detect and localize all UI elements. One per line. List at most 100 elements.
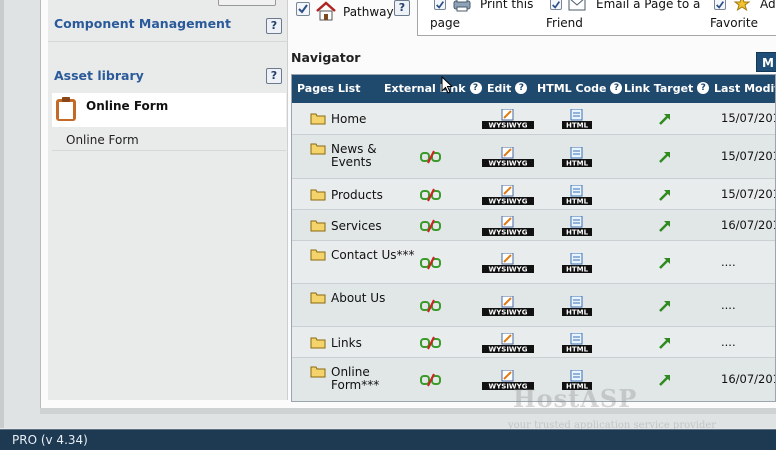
version-label: PRO (v 4.34): [12, 433, 88, 447]
page-name[interactable]: Links: [331, 336, 421, 350]
folder-icon: [310, 336, 326, 349]
wysiwyg-edit-icon[interactable]: WYSIWYG: [482, 332, 534, 353]
column-header-pages-list[interactable]: Pages List: [297, 82, 361, 95]
svg-text:HTML: HTML: [566, 122, 589, 130]
wysiwyg-edit-icon[interactable]: WYSIWYG: [482, 184, 534, 205]
component-management-header: Component Management ?: [48, 6, 288, 42]
wysiwyg-edit-icon[interactable]: WYSIWYG: [482, 252, 534, 273]
external-link-icon[interactable]: [420, 373, 442, 387]
page-name[interactable]: Online Form***: [331, 366, 421, 392]
last-modified-date: 16/07/201: [721, 372, 776, 386]
svg-text:WYSIWYG: WYSIWYG: [489, 160, 528, 168]
column-label: Link Target: [624, 82, 694, 95]
column-header-external-link[interactable]: External Link?: [384, 82, 482, 95]
favorite-checkbox[interactable]: [714, 0, 726, 10]
html-code-icon[interactable]: HTML: [562, 332, 592, 353]
link-target-icon[interactable]: [658, 336, 672, 350]
help-icon[interactable]: ?: [266, 18, 282, 34]
html-code-icon[interactable]: HTML: [562, 295, 592, 316]
table-row[interactable]: Contact Us*** WYSIWYG HTML....: [292, 241, 775, 284]
help-icon[interactable]: ?: [697, 82, 710, 94]
svg-text:WYSIWYG: WYSIWYG: [489, 308, 528, 316]
folder-icon: [310, 188, 326, 201]
help-icon[interactable]: ?: [515, 82, 528, 94]
help-icon[interactable]: ?: [610, 82, 623, 94]
table-row[interactable]: Home WYSIWYG HTML 15/07/201: [292, 103, 775, 135]
external-link-icon[interactable]: [420, 188, 442, 202]
asset-library-label: Asset library: [54, 68, 144, 83]
table-row[interactable]: Services WYSIWYG HTML 16/07/201: [292, 210, 776, 241]
print-label-line2[interactable]: page: [430, 14, 460, 32]
external-link-icon[interactable]: [420, 336, 442, 350]
svg-text:WYSIWYG: WYSIWYG: [489, 345, 528, 353]
column-header-last-modified[interactable]: Last Modifi: [714, 82, 776, 95]
navigator-action-button[interactable]: M: [756, 52, 776, 72]
external-link-icon[interactable]: [420, 299, 442, 313]
print-label-line1[interactable]: Print this: [480, 0, 533, 13]
watermark-logo: HostASP: [513, 384, 638, 413]
column-header-link-target[interactable]: Link Target?: [624, 82, 710, 95]
email-label-line2[interactable]: Friend: [546, 14, 583, 32]
help-icon[interactable]: ?: [266, 68, 282, 84]
html-code-icon[interactable]: HTML: [562, 108, 592, 130]
check-icon: [436, 1, 445, 9]
wysiwyg-edit-icon[interactable]: WYSIWYG: [482, 108, 534, 130]
svg-text:HTML: HTML: [566, 160, 589, 168]
table-row[interactable]: About Us WYSIWYG HTML....: [292, 284, 775, 327]
link-target-icon[interactable]: [658, 188, 672, 202]
column-label: Pages List: [297, 82, 361, 95]
table-row[interactable]: Links WYSIWYG HTML....: [292, 327, 775, 358]
link-target-icon[interactable]: [658, 112, 672, 126]
help-icon[interactable]: ?: [469, 82, 482, 94]
folder-icon: [310, 248, 326, 261]
link-target-icon[interactable]: [658, 373, 672, 387]
help-icon[interactable]: ?: [394, 0, 410, 16]
asset-item-online-form[interactable]: Online Form: [52, 93, 286, 127]
page-name[interactable]: News & Events: [331, 143, 421, 169]
email-checkbox[interactable]: [550, 0, 562, 10]
column-header-edit[interactable]: Edit?: [487, 82, 528, 95]
last-modified-date: 16/07/201: [721, 217, 776, 232]
link-target-icon[interactable]: [658, 256, 672, 270]
html-code-icon[interactable]: HTML: [562, 252, 592, 273]
pathway-checkbox[interactable]: [296, 2, 310, 16]
print-checkbox[interactable]: [434, 0, 446, 10]
column-header-html-code[interactable]: HTML Code?: [537, 82, 623, 95]
external-link-icon[interactable]: [420, 150, 442, 164]
table-row[interactable]: News & Events WYSIWYG HTML 15/07/201: [292, 135, 775, 179]
html-code-icon[interactable]: HTML: [562, 215, 592, 236]
clipboard-icon: [56, 97, 76, 121]
svg-text:HTML: HTML: [566, 308, 589, 316]
svg-text:WYSIWYG: WYSIWYG: [489, 228, 528, 236]
email-label-line1[interactable]: Email a Page to a: [596, 0, 700, 13]
wysiwyg-edit-icon[interactable]: WYSIWYG: [482, 295, 534, 316]
home-icon: [316, 1, 336, 21]
star-icon: [734, 0, 750, 12]
page-name[interactable]: Services: [331, 219, 421, 233]
frame-edge: [0, 0, 4, 428]
html-code-icon[interactable]: HTML: [562, 184, 592, 205]
column-label: Last Modifi: [714, 82, 776, 95]
link-target-icon[interactable]: [658, 150, 672, 164]
favorite-label-line2[interactable]: Favorite: [710, 14, 758, 32]
table-row[interactable]: Products WYSIWYG HTML 15/07/201: [292, 179, 775, 210]
page-name[interactable]: About Us: [331, 292, 421, 305]
check-icon: [552, 1, 561, 9]
external-link-icon[interactable]: [420, 219, 442, 233]
favorite-label-line1[interactable]: Ad: [760, 0, 776, 13]
external-link-icon[interactable]: [420, 256, 442, 270]
asset-sub-item[interactable]: Online Form: [66, 133, 139, 147]
svg-text:HTML: HTML: [566, 228, 589, 236]
page-name[interactable]: Contact Us***: [331, 249, 421, 262]
asset-library-header: Asset library ?: [48, 58, 288, 92]
html-code-icon[interactable]: HTML: [562, 146, 592, 168]
last-modified-date: ....: [721, 297, 736, 312]
page-name[interactable]: Products: [331, 188, 421, 202]
link-target-icon[interactable]: [658, 299, 672, 313]
wysiwyg-edit-icon[interactable]: WYSIWYG: [482, 146, 534, 168]
wysiwyg-edit-icon[interactable]: WYSIWYG: [482, 215, 534, 236]
svg-text:WYSIWYG: WYSIWYG: [489, 265, 528, 273]
link-target-icon[interactable]: [658, 219, 672, 233]
page-name[interactable]: Home: [331, 113, 421, 126]
navigator-title: Navigator: [291, 50, 361, 65]
